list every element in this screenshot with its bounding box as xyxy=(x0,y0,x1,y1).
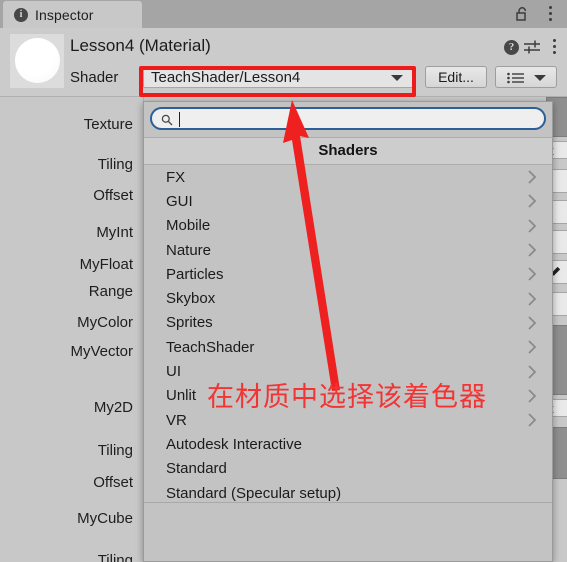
property-label: Offset xyxy=(93,187,133,204)
chevron-right-icon xyxy=(528,316,537,330)
window-menu-kebab-icon[interactable] xyxy=(549,6,553,22)
shader-dropdown-popup: Shaders FX GUI Mobile Nature Particles Skybox… xyxy=(143,101,553,562)
shader-list: FX GUI Mobile Nature Particles Skybox Sprites T… xyxy=(144,165,552,506)
chevron-right-icon xyxy=(528,170,537,184)
list-divider xyxy=(144,502,552,503)
material-sphere-thumbnail xyxy=(15,38,60,83)
shader-list-item-label: GUI xyxy=(166,192,193,210)
property-label: MyInt xyxy=(96,224,133,241)
chevron-right-icon xyxy=(528,219,537,233)
shader-list-item[interactable]: UI xyxy=(144,359,552,383)
shader-list-item-label: Skybox xyxy=(166,290,216,308)
shader-search-row xyxy=(144,102,552,138)
chevron-right-icon xyxy=(528,340,537,354)
property-label: MyColor xyxy=(77,314,133,331)
lock-open-icon[interactable] xyxy=(516,6,529,21)
chevron-right-icon xyxy=(528,291,537,306)
shader-list-item[interactable]: Autodesk Interactive xyxy=(144,432,552,456)
property-label: MyCube xyxy=(77,510,133,527)
chevron-right-icon xyxy=(528,413,537,427)
help-icon[interactable]: ? xyxy=(504,40,519,55)
shader-list-item[interactable]: VR xyxy=(144,408,552,432)
property-label: Texture xyxy=(83,116,133,133)
material-thumbnail[interactable] xyxy=(10,34,64,88)
property-label: Tiling xyxy=(97,442,133,459)
preset-list-icon xyxy=(507,72,524,84)
shader-list-item[interactable]: Mobile xyxy=(144,214,552,238)
property-label: Tiling xyxy=(97,156,133,173)
unity-inspector-window: i Inspector Lesson4 (Material) ? Shader … xyxy=(0,0,567,562)
shader-list-item[interactable]: Standard xyxy=(144,457,552,481)
property-label: My2D xyxy=(93,399,133,416)
shader-list-item-label: Sprites xyxy=(166,314,213,332)
chevron-down-icon xyxy=(391,75,403,81)
shader-list-item[interactable]: Unlit xyxy=(144,384,552,408)
shader-list-item[interactable]: GUI xyxy=(144,189,552,213)
material-header: Lesson4 (Material) ? Shader TeachShader/… xyxy=(0,28,567,97)
shader-list-item-label: Standard xyxy=(166,460,227,478)
shader-list-item-label: Particles xyxy=(166,265,224,283)
shader-list-item[interactable]: Nature xyxy=(144,238,552,262)
shader-list-item-label: TeachShader xyxy=(166,338,255,356)
shader-dropdown-value: TeachShader/Lesson4 xyxy=(151,68,301,86)
preset-chevron-down-icon xyxy=(534,75,546,81)
shader-list-item-label: Unlit xyxy=(166,387,197,405)
window-tabstrip: i Inspector xyxy=(0,0,567,29)
edit-button[interactable]: Edit... xyxy=(425,66,487,88)
popup-title: Shaders xyxy=(144,138,552,165)
shader-label: Shader xyxy=(70,69,119,86)
preset-button[interactable] xyxy=(495,66,557,88)
shader-list-item[interactable]: FX xyxy=(144,165,552,189)
material-property-labels: Texture Tiling Offset MyInt MyFloat Range MyCo… xyxy=(0,97,144,562)
search-icon xyxy=(161,114,173,126)
info-icon: i xyxy=(14,7,28,22)
shader-dropdown[interactable]: TeachShader/Lesson4 xyxy=(143,66,413,88)
shader-list-item[interactable]: Sprites xyxy=(144,311,552,335)
tab-inspector[interactable]: i Inspector xyxy=(3,1,142,28)
shader-list-item[interactable]: Particles xyxy=(144,262,552,286)
chevron-right-icon xyxy=(528,267,537,281)
shader-list-item-label: Autodesk Interactive xyxy=(166,435,302,453)
property-label: MyFloat xyxy=(79,256,133,273)
property-label: Range xyxy=(88,283,133,300)
page-title: Lesson4 (Material) xyxy=(70,36,211,55)
search-input[interactable] xyxy=(150,107,546,130)
property-label: Offset xyxy=(93,474,133,491)
tab-inspector-label: Inspector xyxy=(35,6,94,23)
text-cursor xyxy=(179,112,180,127)
property-label: MyVector xyxy=(70,343,133,360)
shader-list-item-label: Mobile xyxy=(166,217,211,235)
shader-list-item-label: Standard (Specular setup) xyxy=(166,484,342,502)
shader-list-item-label: VR xyxy=(166,411,187,429)
preset-settings-icon[interactable] xyxy=(524,40,540,55)
shader-list-item-label: Nature xyxy=(166,241,212,259)
chevron-right-icon xyxy=(528,243,537,257)
chevron-right-icon xyxy=(528,364,537,379)
property-label: Tiling xyxy=(97,552,133,562)
material-menu-kebab-icon[interactable] xyxy=(553,39,557,55)
shader-list-item-label: FX xyxy=(166,168,186,186)
shader-list-item[interactable]: TeachShader xyxy=(144,335,552,359)
chevron-right-icon xyxy=(528,194,537,209)
chevron-right-icon xyxy=(528,389,537,403)
shader-list-item-label: UI xyxy=(166,363,181,381)
shader-list-item[interactable]: Skybox xyxy=(144,286,552,310)
